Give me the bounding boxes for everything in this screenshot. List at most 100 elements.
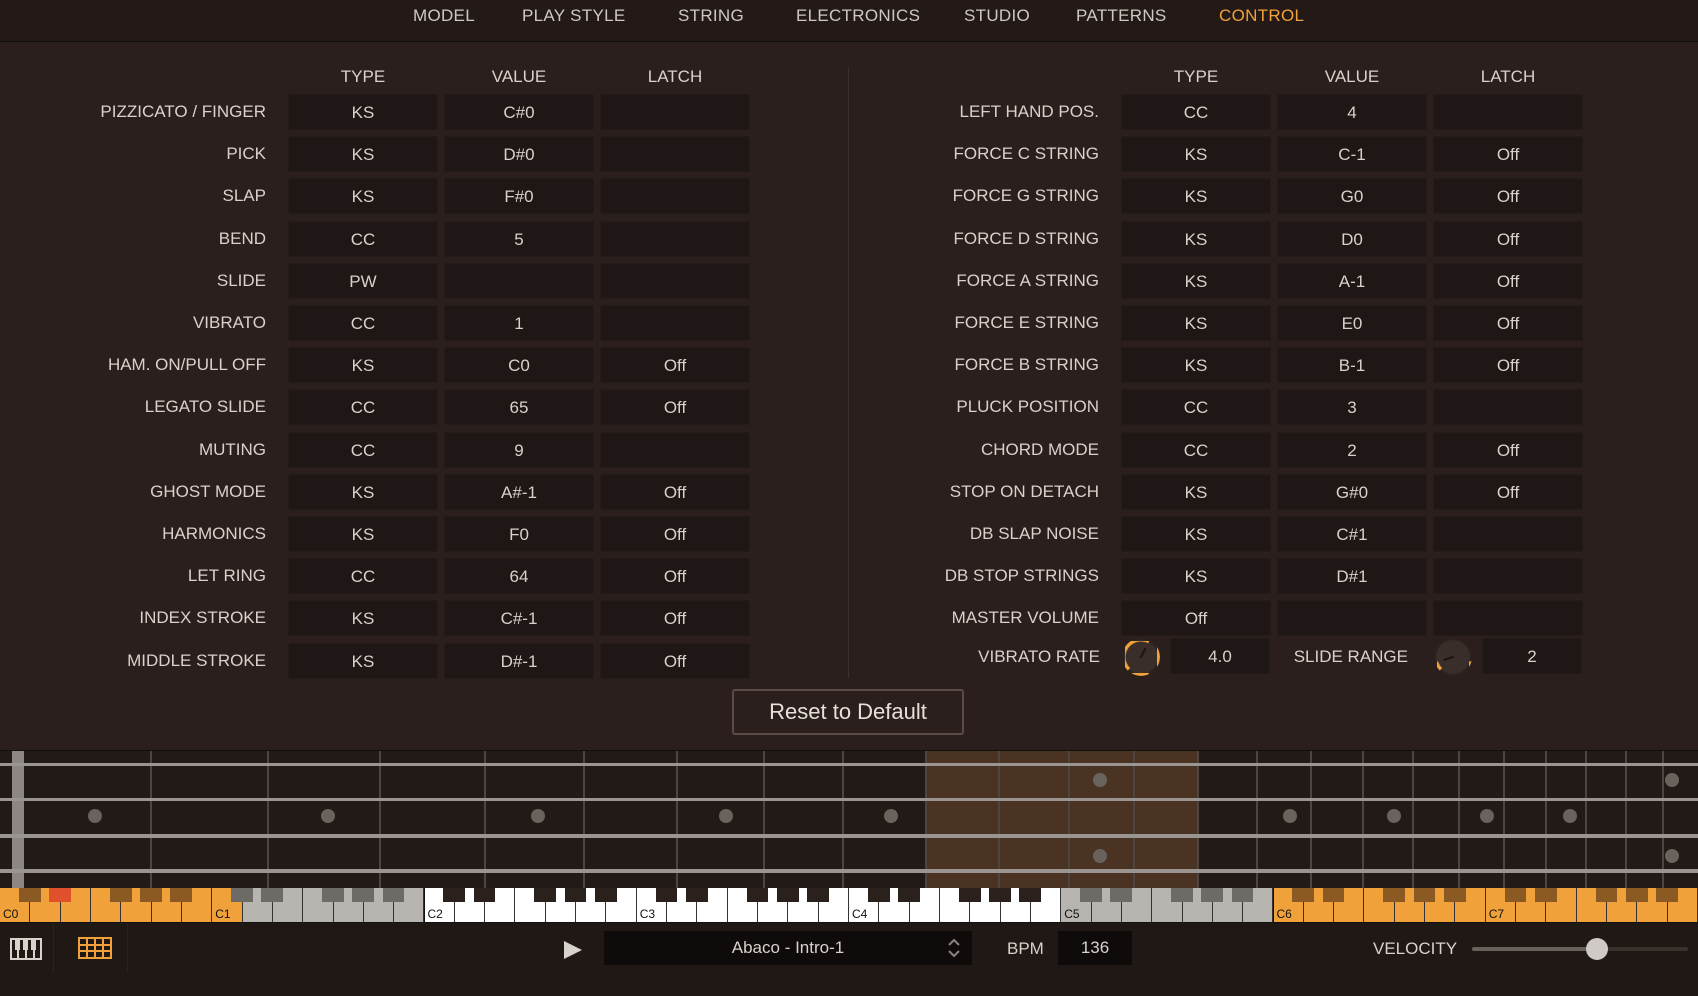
- fretboard-view-button[interactable]: [64, 923, 128, 973]
- right-cell-latch[interactable]: [1433, 94, 1583, 130]
- left-cell-type[interactable]: PW: [288, 263, 438, 299]
- left-cell-type[interactable]: KS: [288, 600, 438, 636]
- left-cell-type[interactable]: KS: [288, 516, 438, 552]
- right-cell-type[interactable]: CC: [1121, 432, 1271, 468]
- velocity-slider[interactable]: [1472, 938, 1688, 960]
- left-cell-latch[interactable]: [600, 263, 750, 299]
- tab-play-style[interactable]: PLAY STYLE: [522, 6, 625, 26]
- piano-black-key[interactable]: [867, 888, 890, 902]
- piano-black-key[interactable]: [1595, 888, 1618, 902]
- left-cell-latch[interactable]: Off: [600, 389, 750, 425]
- left-cell-type[interactable]: KS: [288, 474, 438, 510]
- piano-black-key[interactable]: [898, 888, 920, 902]
- left-cell-type[interactable]: KS: [288, 136, 438, 172]
- right-cell-value[interactable]: 3: [1277, 389, 1427, 425]
- left-cell-value[interactable]: 64: [444, 558, 594, 594]
- left-cell-type[interactable]: KS: [288, 643, 438, 679]
- piano-black-key[interactable]: [382, 888, 405, 902]
- piano-black-key[interactable]: [746, 888, 769, 902]
- tab-studio[interactable]: STUDIO: [964, 6, 1030, 26]
- left-cell-value[interactable]: [444, 263, 594, 299]
- left-cell-latch[interactable]: [600, 94, 750, 130]
- piano-black-key[interactable]: [564, 888, 587, 902]
- piano-black-key[interactable]: [1504, 888, 1527, 902]
- right-cell-value[interactable]: G0: [1277, 178, 1427, 214]
- left-cell-value[interactable]: F#0: [444, 178, 594, 214]
- piano-black-key[interactable]: [1383, 888, 1406, 902]
- right-cell-type[interactable]: KS: [1121, 516, 1271, 552]
- right-cell-type[interactable]: KS: [1121, 136, 1271, 172]
- left-cell-value[interactable]: F0: [444, 516, 594, 552]
- right-cell-latch[interactable]: Off: [1433, 178, 1583, 214]
- right-cell-type[interactable]: Off: [1121, 600, 1271, 636]
- piano-black-key[interactable]: [958, 888, 981, 902]
- right-cell-value[interactable]: C-1: [1277, 136, 1427, 172]
- bpm-input[interactable]: 136: [1058, 931, 1132, 965]
- piano-black-key[interactable]: [534, 888, 557, 902]
- piano-black-key[interactable]: [685, 888, 708, 902]
- left-cell-latch[interactable]: [600, 178, 750, 214]
- right-cell-value[interactable]: C#1: [1277, 516, 1427, 552]
- right-cell-type[interactable]: KS: [1121, 305, 1271, 341]
- left-cell-value[interactable]: 9: [444, 432, 594, 468]
- piano-black-key[interactable]: [443, 888, 466, 902]
- piano-black-key[interactable]: [1413, 888, 1436, 902]
- piano-black-key[interactable]: [18, 888, 41, 902]
- right-cell-latch[interactable]: Off: [1433, 474, 1583, 510]
- slide-range-value[interactable]: 2: [1482, 638, 1582, 674]
- vibrato-rate-knob[interactable]: [1122, 638, 1160, 676]
- left-cell-latch[interactable]: Off: [600, 558, 750, 594]
- preset-selector[interactable]: Abaco - Intro-1: [604, 931, 972, 965]
- right-cell-type[interactable]: CC: [1121, 389, 1271, 425]
- left-cell-value[interactable]: 1: [444, 305, 594, 341]
- piano-black-key[interactable]: [1322, 888, 1345, 902]
- left-cell-value[interactable]: 65: [444, 389, 594, 425]
- piano-black-key[interactable]: [1292, 888, 1315, 902]
- piano-black-key[interactable]: [1171, 888, 1193, 902]
- right-cell-value[interactable]: B-1: [1277, 347, 1427, 383]
- tab-model[interactable]: MODEL: [413, 6, 475, 26]
- tab-patterns[interactable]: PATTERNS: [1076, 6, 1167, 26]
- piano-black-key[interactable]: [1443, 888, 1466, 902]
- preset-arrows-icon[interactable]: [946, 936, 962, 960]
- left-cell-latch[interactable]: Off: [600, 516, 750, 552]
- piano-black-key[interactable]: [655, 888, 678, 902]
- right-cell-latch[interactable]: Off: [1433, 305, 1583, 341]
- velocity-slider-thumb[interactable]: [1586, 938, 1609, 960]
- play-icon[interactable]: [560, 939, 584, 961]
- piano-black-key[interactable]: [1231, 888, 1254, 902]
- right-cell-type[interactable]: KS: [1121, 221, 1271, 257]
- left-cell-value[interactable]: C#0: [444, 94, 594, 130]
- left-cell-latch[interactable]: Off: [600, 347, 750, 383]
- left-cell-latch[interactable]: Off: [600, 600, 750, 636]
- piano-black-key[interactable]: [231, 888, 253, 902]
- piano-black-key[interactable]: [140, 888, 162, 902]
- piano-black-key[interactable]: [261, 888, 284, 902]
- slide-range-knob[interactable]: [1434, 638, 1472, 676]
- piano-black-key[interactable]: [1080, 888, 1102, 902]
- right-cell-value[interactable]: 2: [1277, 432, 1427, 468]
- left-cell-value[interactable]: A#-1: [444, 474, 594, 510]
- left-cell-type[interactable]: CC: [288, 432, 438, 468]
- left-cell-latch[interactable]: Off: [600, 474, 750, 510]
- right-cell-latch[interactable]: [1433, 600, 1583, 636]
- right-cell-type[interactable]: KS: [1121, 347, 1271, 383]
- right-cell-type[interactable]: KS: [1121, 178, 1271, 214]
- right-cell-latch[interactable]: [1433, 516, 1583, 552]
- right-cell-value[interactable]: D#1: [1277, 558, 1427, 594]
- piano-black-key[interactable]: [49, 888, 71, 902]
- piano-black-key[interactable]: [170, 888, 193, 902]
- piano-black-key[interactable]: [1201, 888, 1224, 902]
- keyboard-view-button[interactable]: [0, 923, 54, 973]
- right-cell-value[interactable]: D0: [1277, 221, 1427, 257]
- piano-black-key[interactable]: [1110, 888, 1133, 902]
- left-cell-value[interactable]: D#-1: [444, 643, 594, 679]
- piano-black-key[interactable]: [807, 888, 829, 902]
- fretboard[interactable]: [0, 750, 1698, 889]
- piano-keyboard[interactable]: C0 C1 C2 C3 C4 C5 C6 C7: [0, 888, 1698, 922]
- right-cell-type[interactable]: KS: [1121, 558, 1271, 594]
- right-cell-latch[interactable]: [1433, 389, 1583, 425]
- right-cell-latch[interactable]: Off: [1433, 136, 1583, 172]
- piano-black-key[interactable]: [776, 888, 799, 902]
- left-cell-latch[interactable]: [600, 432, 750, 468]
